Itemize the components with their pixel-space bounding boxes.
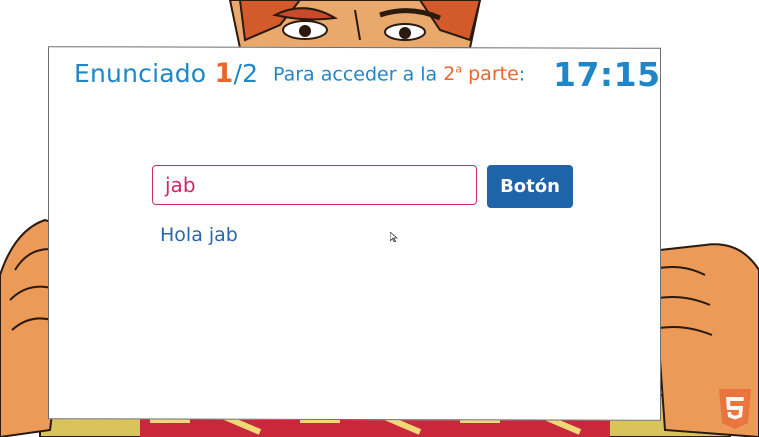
part-number-value: 2 — [443, 63, 456, 86]
part-label: parte — [468, 63, 519, 86]
statement-label: Enunciado — [74, 59, 207, 88]
name-input[interactable]: jab — [152, 165, 477, 205]
paper-card — [48, 46, 661, 421]
greeting-output: Hola jab — [160, 224, 238, 246]
header-colon: : — [518, 63, 526, 86]
statement-current: 1 — [214, 58, 234, 89]
part-ordinal: a — [455, 63, 463, 76]
html5-icon — [719, 389, 751, 429]
statement-counter: Enunciado 1/2 — [74, 58, 258, 89]
part-number: 2a parte — [443, 63, 519, 85]
countdown-timer: 17:15 — [553, 55, 661, 94]
access-text: Para acceder a la — [273, 63, 438, 86]
mouse-cursor-icon — [390, 232, 398, 242]
submit-button[interactable]: Botón — [487, 165, 573, 208]
statement-total: /2 — [233, 59, 259, 88]
part-access-text: Para acceder a la 2a parte: — [273, 63, 525, 85]
